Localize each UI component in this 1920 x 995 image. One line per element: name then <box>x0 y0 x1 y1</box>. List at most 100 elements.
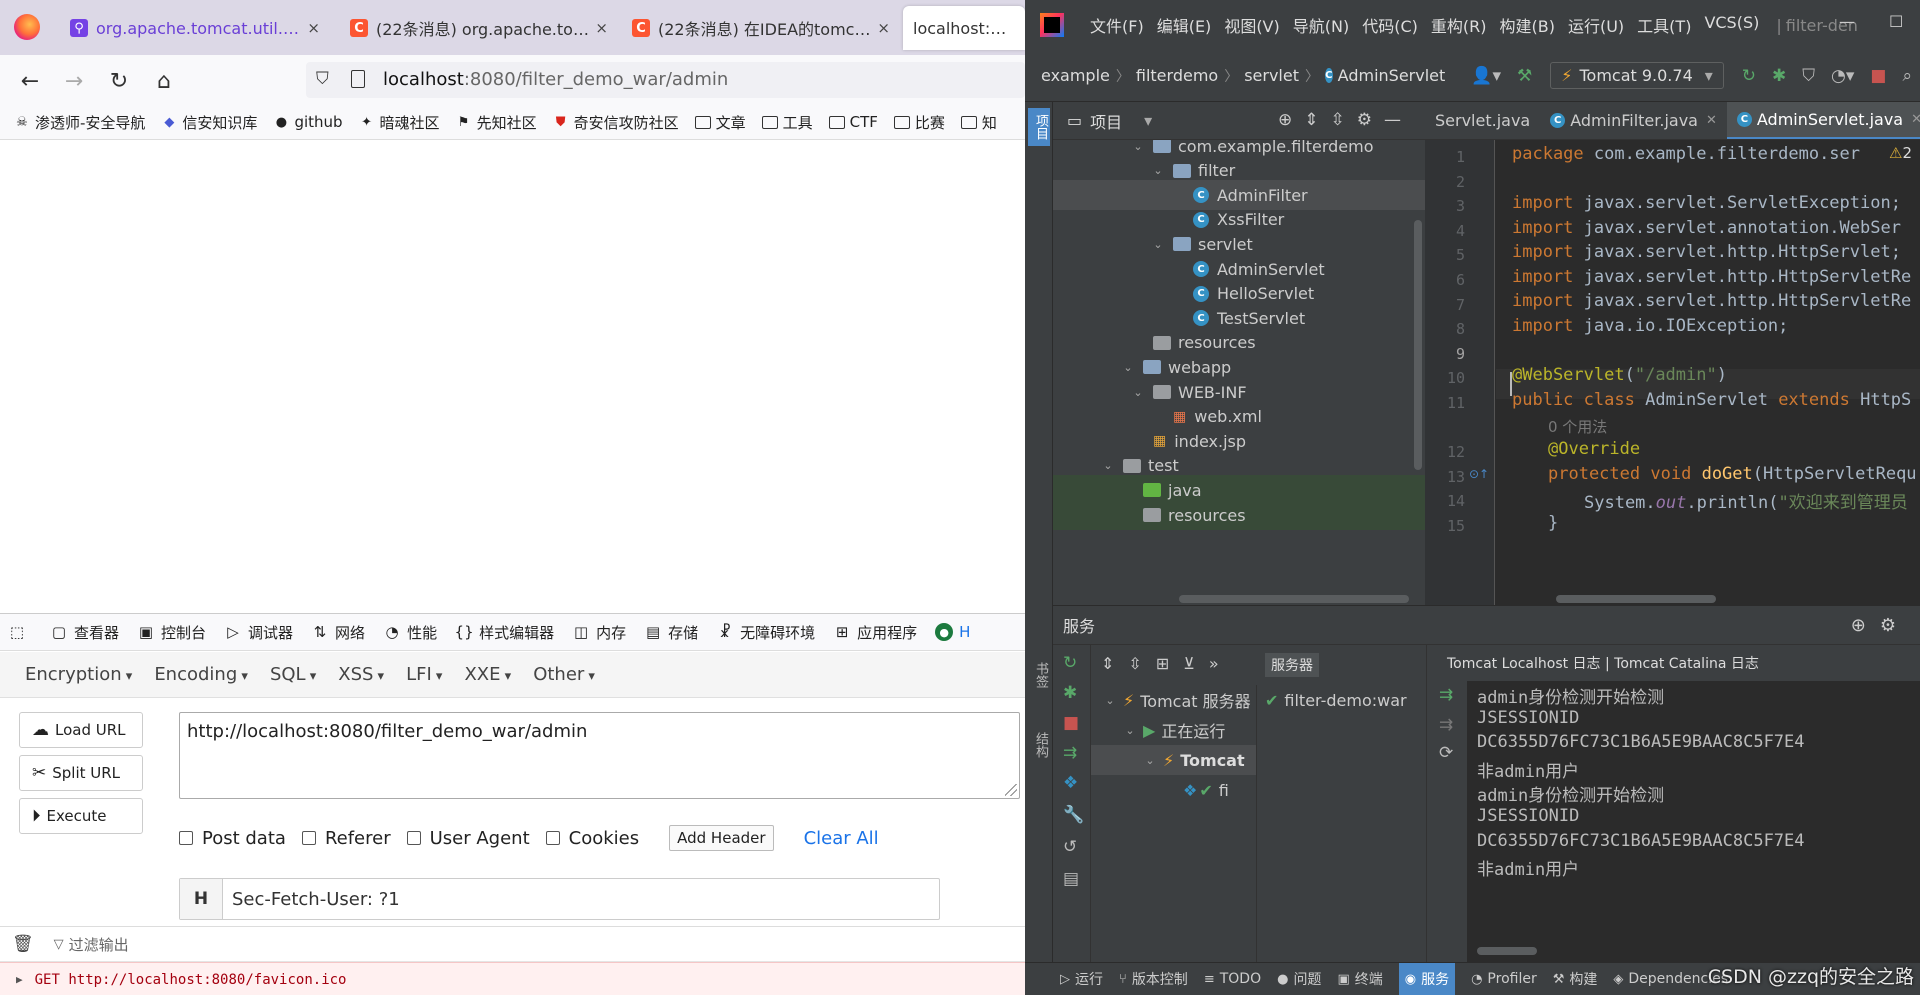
expand-arrow-icon[interactable]: ▶ <box>16 973 23 986</box>
tab-tomcat-model[interactable]: ⚲ org.apache.tomcat.util.model × <box>60 8 330 48</box>
debug-icon[interactable]: ✱ <box>1772 66 1786 86</box>
console-log-entry[interactable]: ▶ GET http://localhost:8080/favicon.ico <box>0 962 1025 995</box>
deploy-icon[interactable]: ⇉ <box>1439 685 1453 705</box>
menu-item[interactable]: 工具(T) <box>1637 13 1691 37</box>
toolwindow-运行[interactable]: ▷ 运行 <box>1060 969 1103 989</box>
bookmark-item[interactable]: 工具 <box>761 112 813 133</box>
search-icon[interactable]: ⌕ <box>1902 66 1912 86</box>
debugger-tab[interactable]: ▷ 调试器 <box>224 622 293 643</box>
network-tab[interactable]: ⇅ 网络 <box>311 622 365 643</box>
close-tab-icon[interactable]: ✕ <box>1706 113 1717 128</box>
back-arrow-icon[interactable]: ← <box>14 65 46 97</box>
layout-icon[interactable]: ▤ <box>1063 869 1079 889</box>
log-horizontal-scrollbar[interactable] <box>1477 947 1537 955</box>
forward-arrow-icon[interactable]: → <box>58 65 90 97</box>
service-running[interactable]: ⌄ ▶ 正在运行 <box>1091 715 1256 745</box>
bookmarks-tool-tab[interactable]: 书签 <box>1028 662 1050 688</box>
tab-localhost[interactable]: localhost:8080/f <box>903 6 1025 50</box>
services-tree-toolbar[interactable]: ⇕⇳⊞⊻» <box>1091 645 1257 681</box>
execute-button[interactable]: ⏵ Execute <box>19 798 143 834</box>
add-header-button[interactable]: Add Header <box>669 825 774 851</box>
chevron-down-icon[interactable]: ⌄ <box>1131 140 1145 153</box>
performance-tab[interactable]: ◔ 性能 <box>383 622 438 643</box>
tree-horizontal-scrollbar[interactable] <box>1179 595 1409 603</box>
user-icon[interactable]: 👤▾ <box>1471 66 1501 86</box>
style-editor-tab[interactable]: {} 样式编辑器 <box>455 622 555 643</box>
profile-icon[interactable]: ◔▾ <box>1831 66 1854 86</box>
server-tab[interactable]: 服务器 <box>1265 653 1319 677</box>
bookmark-item[interactable]: ◆ 信安知识库 <box>161 112 257 133</box>
hackbar-menu-encoding[interactable]: Encoding <box>154 664 248 685</box>
editor-tab[interactable]: Servlet.java <box>1425 102 1540 139</box>
breadcrumb-adminservlet[interactable]: AdminServlet <box>1338 66 1446 85</box>
log-tabs[interactable]: Tomcat Localhost 日志 | Tomcat Catalina 日志 <box>1427 645 1920 681</box>
address-bar[interactable]: ⛉ localhost:8080/filter_demo_war/admin <box>306 62 1025 98</box>
bookmark-item[interactable]: ☠ 渗透师-安全导航 <box>14 112 145 133</box>
minimize-icon[interactable]: — <box>1839 12 1855 31</box>
chevron-down-icon[interactable]: ⌄ <box>1151 238 1165 251</box>
bookmark-item[interactable]: ● github <box>273 113 343 131</box>
chevron-down-icon[interactable]: ⌄ <box>1151 164 1165 177</box>
filter-output-input[interactable]: 过滤输出 <box>69 934 129 955</box>
stop-icon[interactable]: ■ <box>1870 66 1886 86</box>
menu-item[interactable]: 代码(C) <box>1362 13 1418 37</box>
post-data-checkbox[interactable]: Post data <box>179 828 286 849</box>
url-text[interactable]: localhost:8080/filter_demo_war/admin <box>383 69 728 90</box>
bookmark-item[interactable]: CTF <box>828 113 878 131</box>
chevron-down-icon[interactable]: ▾ <box>1144 111 1152 130</box>
rerun-icon[interactable]: ↻ <box>1063 653 1077 673</box>
split-url-button[interactable]: ✂ Split URL <box>19 755 143 791</box>
menu-item[interactable]: VCS(S) <box>1704 13 1759 37</box>
service-tomcat-server[interactable]: ⌄ ⚡ Tomcat 服务器 <box>1091 685 1256 715</box>
close-tab-icon[interactable]: ✕ <box>1911 112 1920 127</box>
resize-grip[interactable] <box>1005 784 1017 796</box>
project-tool-tab[interactable]: 项目 <box>1028 108 1050 146</box>
element-picker-icon[interactable]: ⬚ <box>8 623 32 641</box>
maximize-icon[interactable]: ☐ <box>1889 12 1903 31</box>
undeploy-icon[interactable]: ⇉ <box>1439 715 1453 735</box>
wrench-icon[interactable]: 🔧 <box>1063 805 1084 825</box>
debug-icon[interactable]: ✱ <box>1063 683 1077 703</box>
shield-icon[interactable]: ⛉ <box>316 69 329 89</box>
bookmark-item[interactable]: 文章 <box>694 112 746 133</box>
hackbar-url-input[interactable]: http://localhost:8080/filter_demo_war/ad… <box>179 712 1020 799</box>
code-editor[interactable]: ⚠2 package com.example.filterdemo.ser im… <box>1496 140 1920 605</box>
tab-csdn-1[interactable]: C (22条消息) org.apache.tomcat × <box>340 8 618 48</box>
hackbar-menu-xss[interactable]: XSS <box>338 664 384 685</box>
toolwindow-TODO[interactable]: ≡ TODO <box>1204 971 1261 987</box>
breadcrumb-servlet[interactable]: servlet <box>1244 66 1299 85</box>
project-panel-title[interactable]: 项目 <box>1090 109 1122 133</box>
chevron-down-icon[interactable]: ⌄ <box>1131 386 1145 399</box>
warning-badge[interactable]: ⚠2 <box>1889 144 1912 162</box>
toolwindow-Profiler[interactable]: ◔ Profiler <box>1471 971 1537 987</box>
tree-scrollbar[interactable] <box>1414 220 1422 470</box>
menu-item[interactable]: 文件(F) <box>1090 13 1144 37</box>
menu-item[interactable]: 视图(V) <box>1224 13 1279 37</box>
firefox-menu-icon[interactable] <box>14 14 40 40</box>
accessibility-tab[interactable]: ☧ 无障碍环境 <box>716 622 815 643</box>
deploy-icon[interactable]: ⇉ <box>1063 743 1077 763</box>
stop-icon[interactable]: ■ <box>1063 713 1079 733</box>
project-panel-actions[interactable]: ⊕⇕⇳⚙— <box>1278 110 1413 130</box>
usage-hint[interactable]: 0 个用法 <box>1548 416 1607 437</box>
user-agent-checkbox[interactable]: User Agent <box>406 828 530 849</box>
deployment-row[interactable]: ✔ filter-demo:war <box>1257 685 1427 715</box>
chevron-down-icon[interactable]: ⌄ <box>1121 361 1135 374</box>
hackbar-menu-lfi[interactable]: LFI <box>406 664 442 685</box>
bookmark-item[interactable]: ⚑ 先知社区 <box>456 112 537 133</box>
storage-tab[interactable]: ▤ 存储 <box>644 622 698 643</box>
rerun-icon[interactable]: ↻ <box>1742 66 1756 86</box>
service-tomcat-instance[interactable]: ⌄ ⚡ Tomcat <box>1091 745 1256 775</box>
hackbar-tab[interactable]: ● H <box>935 623 970 641</box>
chevron-down-icon[interactable]: ⌄ <box>1101 459 1115 472</box>
services-header-actions[interactable]: ⊕⚙ <box>1851 615 1910 636</box>
menu-item[interactable]: 编辑(E) <box>1157 13 1212 37</box>
breadcrumb-filterdemo[interactable]: filterdemo <box>1136 66 1218 85</box>
refresh-icon[interactable]: ↺ <box>1063 837 1077 857</box>
menu-item[interactable]: 导航(N) <box>1293 13 1349 37</box>
hackbar-menu-other[interactable]: Other <box>533 664 595 685</box>
build-hammer-icon[interactable]: ⚒ <box>1517 66 1532 86</box>
structure-tool-tab[interactable]: 结构 <box>1028 732 1050 758</box>
memory-tab[interactable]: ◫ 内存 <box>572 622 626 643</box>
inspector-tab[interactable]: ▢ 查看器 <box>50 622 119 643</box>
